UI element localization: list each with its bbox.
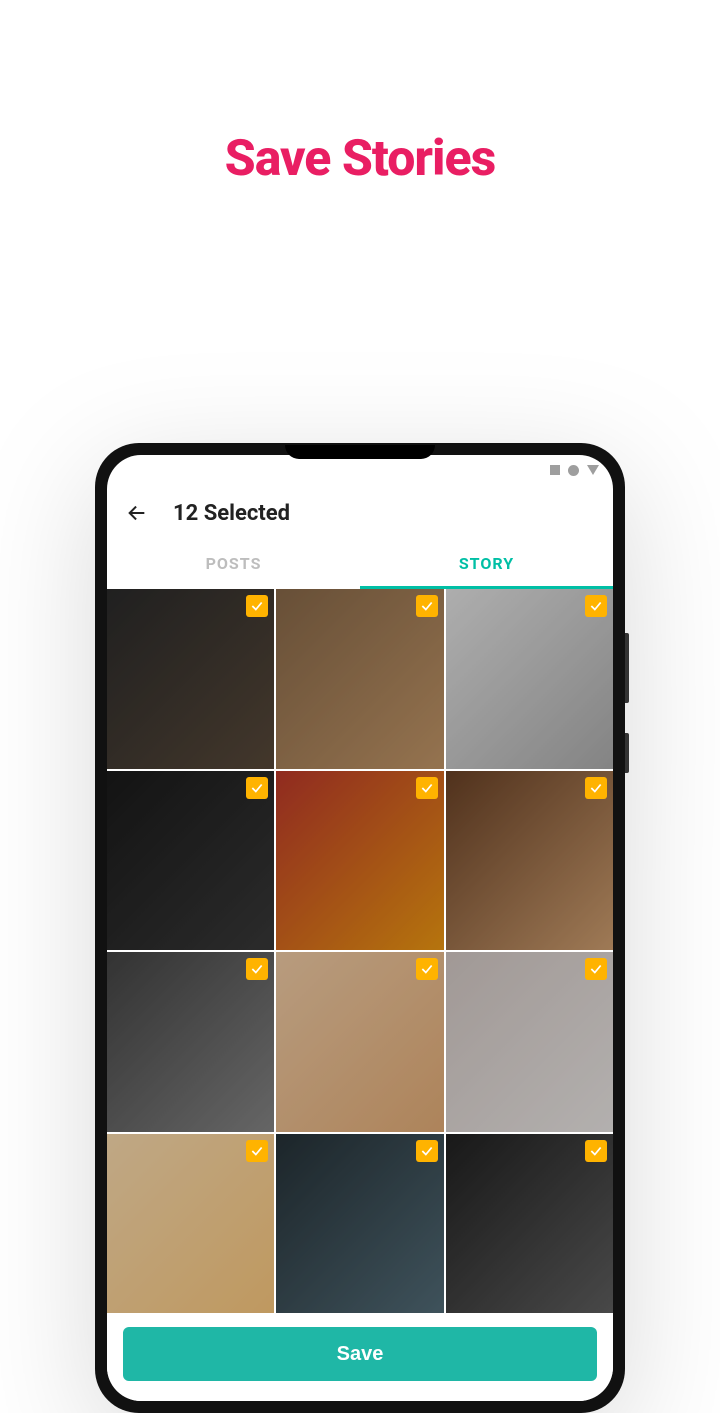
selected-check-icon [585, 777, 607, 799]
status-triangle-icon [587, 465, 599, 475]
story-thumbnail[interactable] [276, 589, 443, 769]
story-thumbnail[interactable] [276, 1134, 443, 1314]
selected-check-icon [585, 595, 607, 617]
page-headline: Save Stories [0, 130, 720, 188]
arrow-left-icon [126, 502, 148, 524]
selected-check-icon [416, 958, 438, 980]
story-thumbnail[interactable] [107, 1134, 274, 1314]
story-thumbnail[interactable] [446, 1134, 613, 1314]
status-square-icon [550, 465, 560, 475]
tab-bar: POSTS STORY [107, 541, 613, 589]
selected-check-icon [585, 1140, 607, 1162]
selected-check-icon [416, 595, 438, 617]
story-thumbnail[interactable] [446, 771, 613, 951]
tab-posts[interactable]: POSTS [107, 541, 360, 589]
selected-check-icon [585, 958, 607, 980]
device-side-button [625, 733, 629, 773]
selected-check-icon [246, 1140, 268, 1162]
app-bar: 12 Selected [107, 485, 613, 541]
selected-check-icon [246, 777, 268, 799]
selection-count-title: 12 Selected [173, 501, 290, 526]
story-thumbnail[interactable] [276, 952, 443, 1132]
story-thumbnail[interactable] [276, 771, 443, 951]
selected-check-icon [416, 1140, 438, 1162]
story-thumbnail[interactable] [446, 952, 613, 1132]
tab-story[interactable]: STORY [360, 541, 613, 589]
story-thumbnail[interactable] [107, 952, 274, 1132]
story-thumbnail[interactable] [107, 771, 274, 951]
save-bar: Save [107, 1313, 613, 1401]
story-thumbnail[interactable] [446, 589, 613, 769]
selected-check-icon [246, 958, 268, 980]
story-thumbnail[interactable] [107, 589, 274, 769]
selected-check-icon [416, 777, 438, 799]
screen: 12 Selected POSTS STORY [107, 455, 613, 1401]
status-bar [107, 455, 613, 485]
device-frame: 12 Selected POSTS STORY [95, 443, 625, 1413]
device-notch [285, 445, 435, 459]
device-side-button [625, 633, 629, 703]
back-button[interactable] [123, 499, 151, 527]
story-grid [107, 589, 613, 1313]
status-circle-icon [568, 465, 579, 476]
save-button[interactable]: Save [123, 1327, 597, 1381]
selected-check-icon [246, 595, 268, 617]
